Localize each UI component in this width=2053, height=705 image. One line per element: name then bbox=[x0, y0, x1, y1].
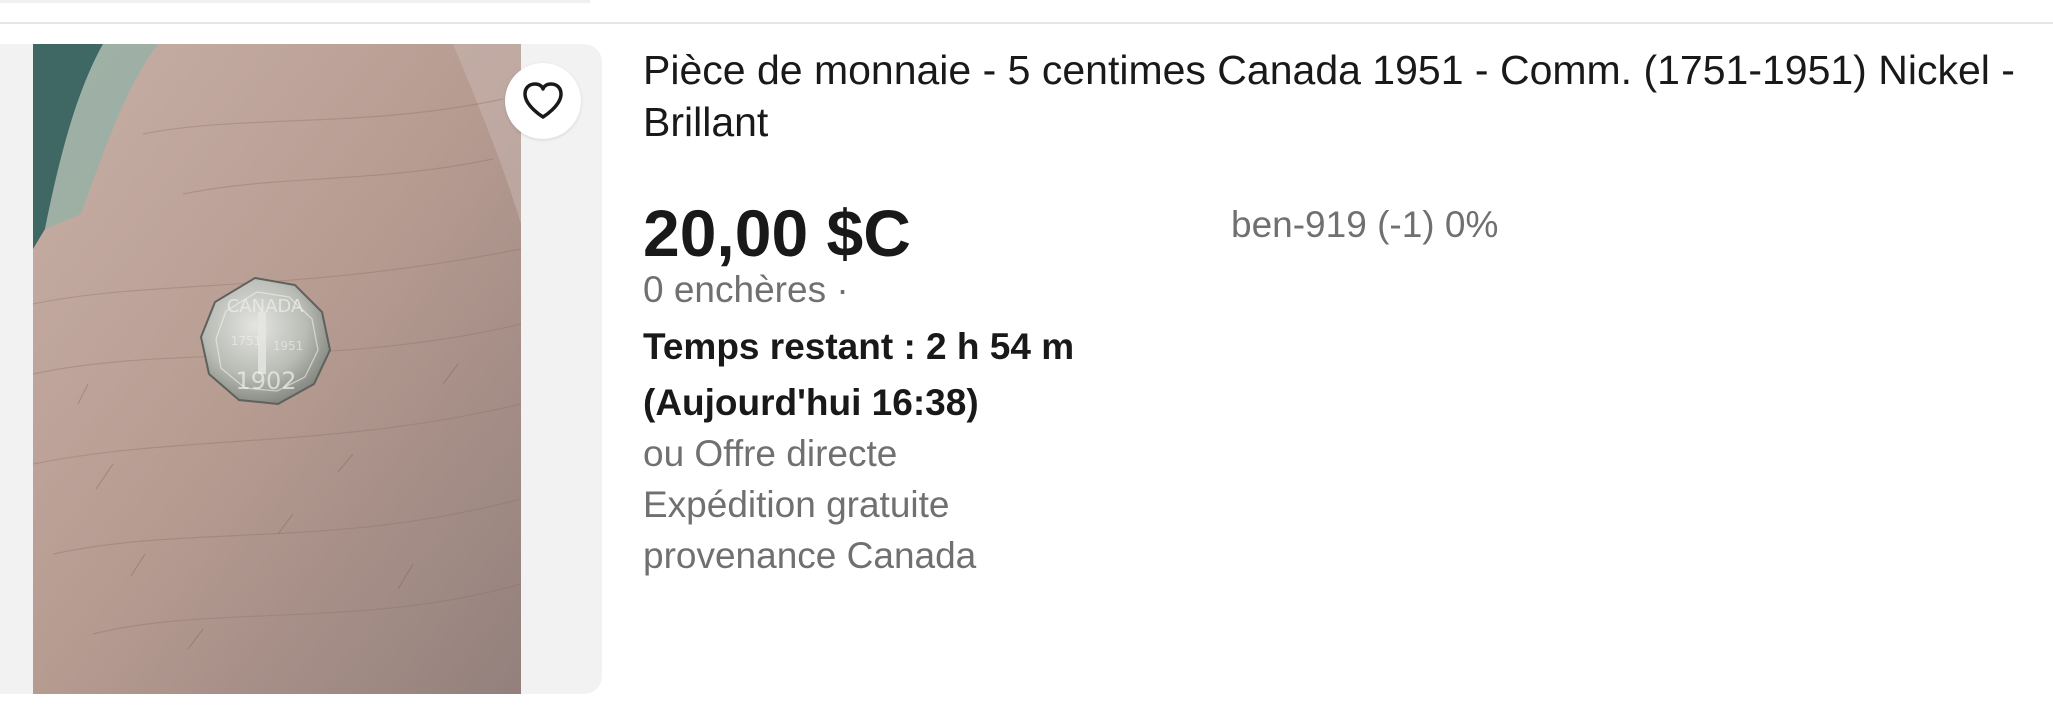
shipping-text: Expédition gratuite bbox=[643, 484, 950, 525]
top-divider bbox=[0, 22, 2053, 24]
svg-text:1751: 1751 bbox=[231, 334, 262, 348]
seller-info: ben-919 (-1) 0% bbox=[1231, 204, 1499, 245]
listing-card[interactable]: CANADA 1751 1951 1902 Pièce de monnaie -… bbox=[0, 44, 2053, 694]
time-left: Temps restant : 2 h 54 m bbox=[643, 326, 1075, 367]
watch-button[interactable] bbox=[505, 63, 581, 139]
svg-text:1902: 1902 bbox=[235, 367, 296, 395]
bid-count: 0 enchères · bbox=[643, 269, 849, 310]
svg-text:1951: 1951 bbox=[273, 339, 304, 353]
heart-icon bbox=[523, 82, 563, 119]
listing-title[interactable]: Pièce de monnaie - 5 centimes Canada 195… bbox=[643, 44, 2033, 148]
origin-text: provenance Canada bbox=[643, 535, 977, 576]
best-offer-text: ou Offre directe bbox=[643, 433, 898, 474]
search-results-page: CANADA 1751 1951 1902 Pièce de monnaie -… bbox=[0, 0, 2053, 705]
coin-photo-icon: CANADA 1751 1951 1902 bbox=[33, 44, 521, 694]
svg-text:CANADA: CANADA bbox=[227, 296, 304, 317]
product-image[interactable]: CANADA 1751 1951 1902 bbox=[33, 44, 521, 694]
price: 20,00 $C bbox=[643, 196, 911, 270]
listing-image-panel[interactable]: CANADA 1751 1951 1902 bbox=[0, 44, 602, 694]
top-accent-line bbox=[0, 0, 590, 3]
listing-details: Pièce de monnaie - 5 centimes Canada 195… bbox=[643, 44, 2033, 694]
end-time: (Aujourd'hui 16:38) bbox=[643, 382, 979, 423]
